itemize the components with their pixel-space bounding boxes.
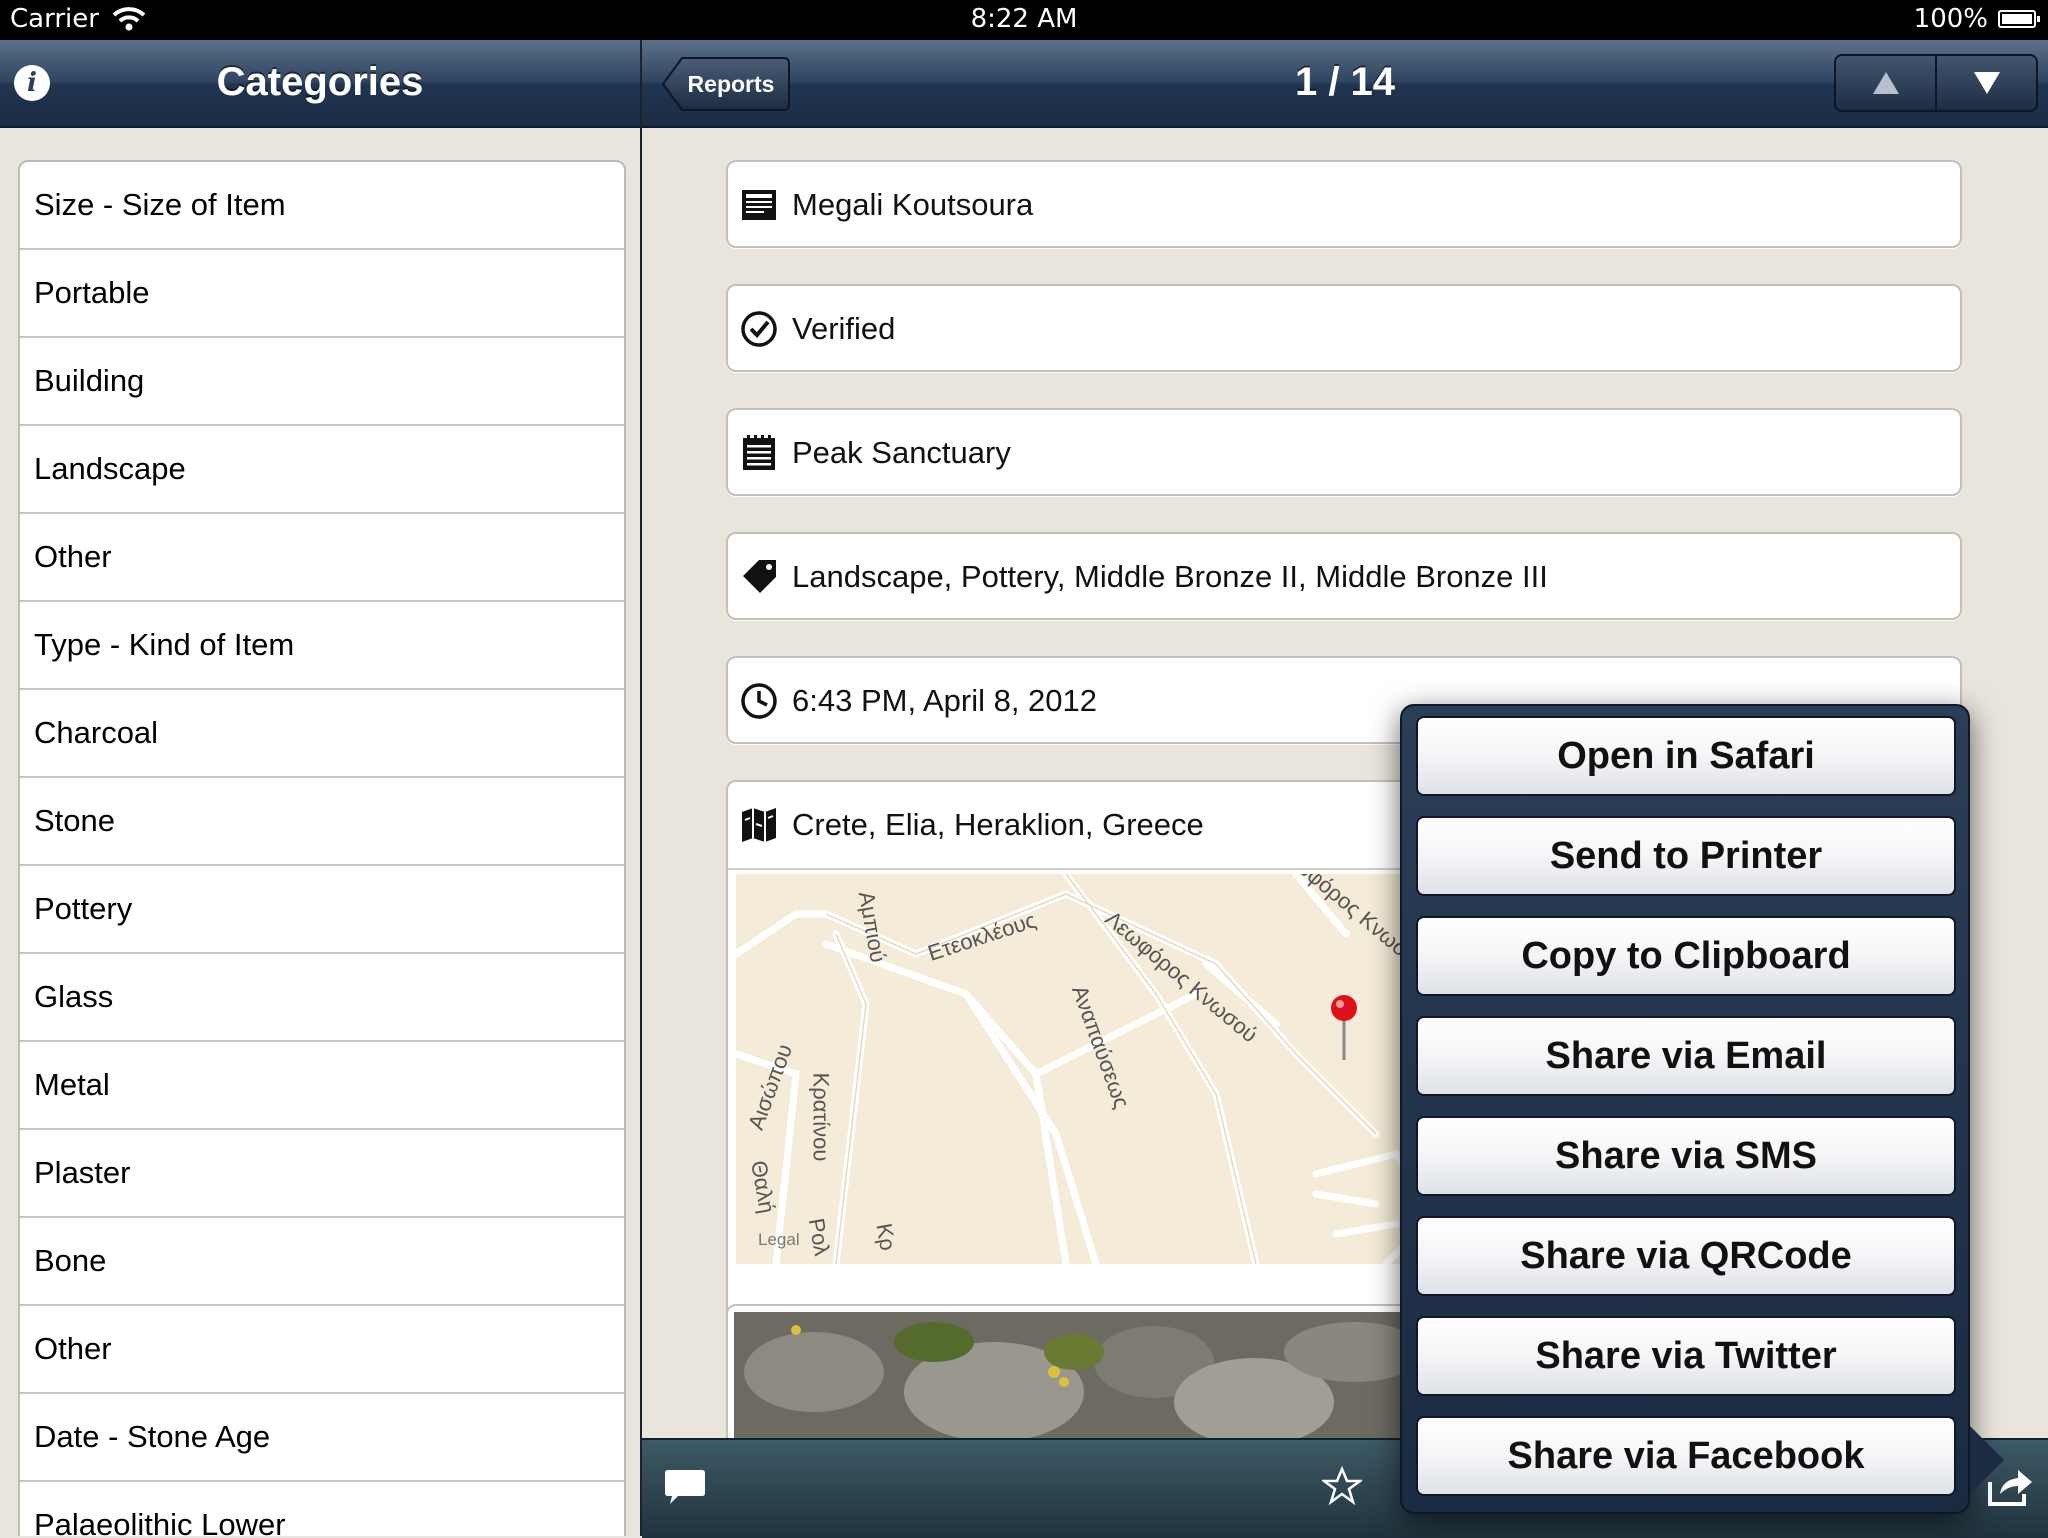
clock-icon xyxy=(741,683,777,719)
map-street-label: Κρατίνου xyxy=(808,1072,834,1162)
report-title: Megali Koutsoura xyxy=(792,187,1034,222)
comment-icon[interactable] xyxy=(664,1468,706,1506)
battery-percent: 100% xyxy=(1913,4,1988,34)
category-item[interactable]: Type - Kind of Item xyxy=(20,602,624,690)
map-street-label: Κρ xyxy=(871,1221,901,1253)
categories-pane: Size - Size of Item Portable Building Lands… xyxy=(0,128,640,1536)
share-via-sms-button[interactable]: Share via SMS xyxy=(1416,1116,1956,1196)
category-item[interactable]: Portable xyxy=(20,250,624,338)
verified-status: Verified xyxy=(792,311,896,346)
clock: 8:22 AM xyxy=(970,4,1078,34)
categories-nav-bar: i Categories xyxy=(0,40,640,128)
report-description: Peak Sanctuary xyxy=(792,435,1011,470)
share-popover: Open in Safari Send to Printer Copy to Cli… xyxy=(1400,704,2004,1514)
category-item[interactable]: Glass xyxy=(20,954,624,1042)
category-item[interactable]: Other xyxy=(20,1306,624,1394)
map-legal-label[interactable]: Legal xyxy=(758,1230,800,1250)
category-item[interactable]: Pottery xyxy=(20,866,624,954)
triangle-down-icon xyxy=(1973,72,2000,94)
checkmark-circle-icon xyxy=(741,311,777,347)
report-location: Crete, Elia, Heraklion, Greece xyxy=(792,807,1204,842)
category-item[interactable]: Date - Stone Age xyxy=(20,1394,624,1482)
battery-icon xyxy=(1998,10,2040,28)
star-icon[interactable] xyxy=(1322,1466,1362,1506)
open-in-safari-button[interactable]: Open in Safari xyxy=(1416,716,1956,796)
previous-report-button[interactable] xyxy=(1836,56,1935,110)
share-via-twitter-button[interactable]: Share via Twitter xyxy=(1416,1316,1956,1396)
popover-arrow xyxy=(1970,1426,2004,1494)
category-item[interactable]: Other xyxy=(20,514,624,602)
category-item[interactable]: Charcoal xyxy=(20,690,624,778)
tags-field[interactable]: Landscape, Pottery, Middle Bronze II, Mi… xyxy=(726,532,1962,620)
report-tags: Landscape, Pottery, Middle Bronze II, Mi… xyxy=(792,559,1548,594)
status-bar: Carrier 8:22 AM 100% xyxy=(0,0,2048,40)
category-item[interactable]: Palaeolithic Lower xyxy=(20,1482,624,1536)
map-icon xyxy=(742,808,776,842)
category-item[interactable]: Stone xyxy=(20,778,624,866)
category-item[interactable]: Size - Size of Item xyxy=(20,162,624,250)
categories-title: Categories xyxy=(216,60,424,104)
report-card-icon xyxy=(742,190,776,220)
category-item[interactable]: Building xyxy=(20,338,624,426)
category-item[interactable]: Landscape xyxy=(20,426,624,514)
report-title-field[interactable]: Megali Koutsoura xyxy=(726,160,1962,248)
share-via-email-button[interactable]: Share via Email xyxy=(1416,1016,1956,1096)
next-report-button[interactable] xyxy=(1935,56,2036,110)
verified-field[interactable]: Verified xyxy=(726,284,1962,372)
send-to-printer-button[interactable]: Send to Printer xyxy=(1416,816,1956,896)
report-datetime: 6:43 PM, April 8, 2012 xyxy=(792,683,1098,718)
category-item[interactable]: Bone xyxy=(20,1218,624,1306)
category-item[interactable]: Metal xyxy=(20,1042,624,1130)
prev-next-control xyxy=(1834,54,2038,112)
categories-list: Size - Size of Item Portable Building Lands… xyxy=(18,160,626,1536)
report-nav-bar: Reports 1 / 14 xyxy=(642,40,2048,128)
description-field[interactable]: Peak Sanctuary xyxy=(726,408,1962,496)
map-pin-icon[interactable] xyxy=(1330,994,1370,1074)
triangle-up-icon xyxy=(1872,72,1899,94)
category-item[interactable]: Plaster xyxy=(20,1130,624,1218)
notepad-icon xyxy=(743,435,775,470)
copy-to-clipboard-button[interactable]: Copy to Clipboard xyxy=(1416,916,1956,996)
share-via-qrcode-button[interactable]: Share via QRCode xyxy=(1416,1216,1956,1296)
share-via-facebook-button[interactable]: Share via Facebook xyxy=(1416,1416,1956,1496)
tag-icon xyxy=(743,560,776,593)
